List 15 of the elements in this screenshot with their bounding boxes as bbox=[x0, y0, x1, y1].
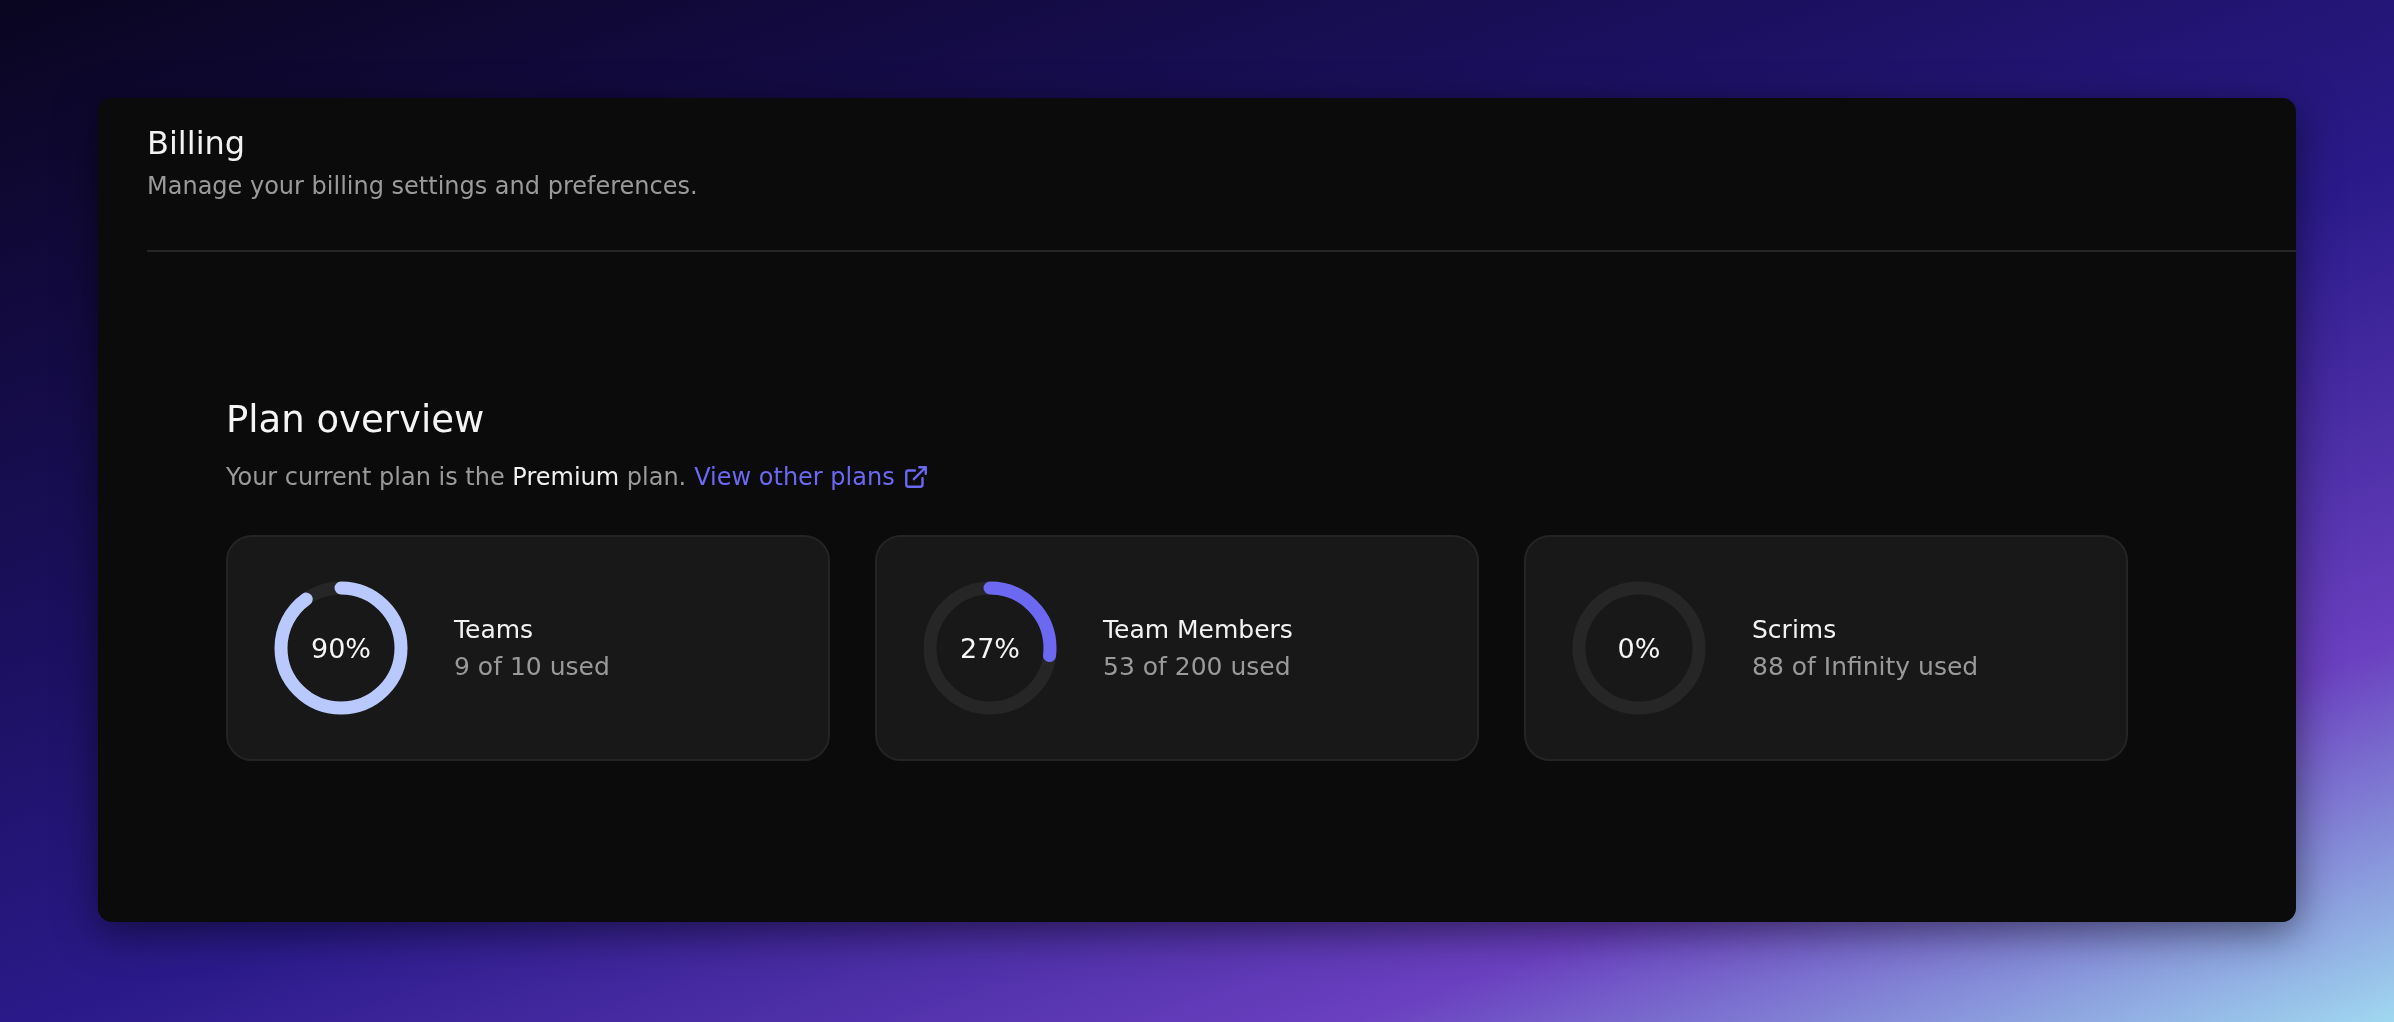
percent-value: 27% bbox=[960, 632, 1020, 664]
usage-count: 9 of 10 used bbox=[454, 652, 610, 681]
usage-name: Teams bbox=[454, 615, 535, 644]
view-plans-link[interactable]: View other plans bbox=[694, 463, 895, 491]
external-link-icon bbox=[902, 464, 929, 490]
usage-count: 53 of 200 used bbox=[1103, 652, 1292, 681]
plan-description: Your current plan is the Premium plan. bbox=[226, 463, 687, 491]
section-title: Plan overview bbox=[226, 398, 486, 441]
usage-name: Team Members bbox=[1103, 615, 1293, 644]
usage-count: 88 of Infinity used bbox=[1752, 652, 1979, 681]
page-subtitle: Manage your billing settings and preferences. bbox=[147, 172, 699, 200]
percent-value: 0% bbox=[1617, 632, 1661, 664]
usage-name: Scrims bbox=[1752, 615, 1838, 644]
percent-value: 90% bbox=[311, 632, 371, 664]
page-title: Billing bbox=[147, 124, 247, 162]
